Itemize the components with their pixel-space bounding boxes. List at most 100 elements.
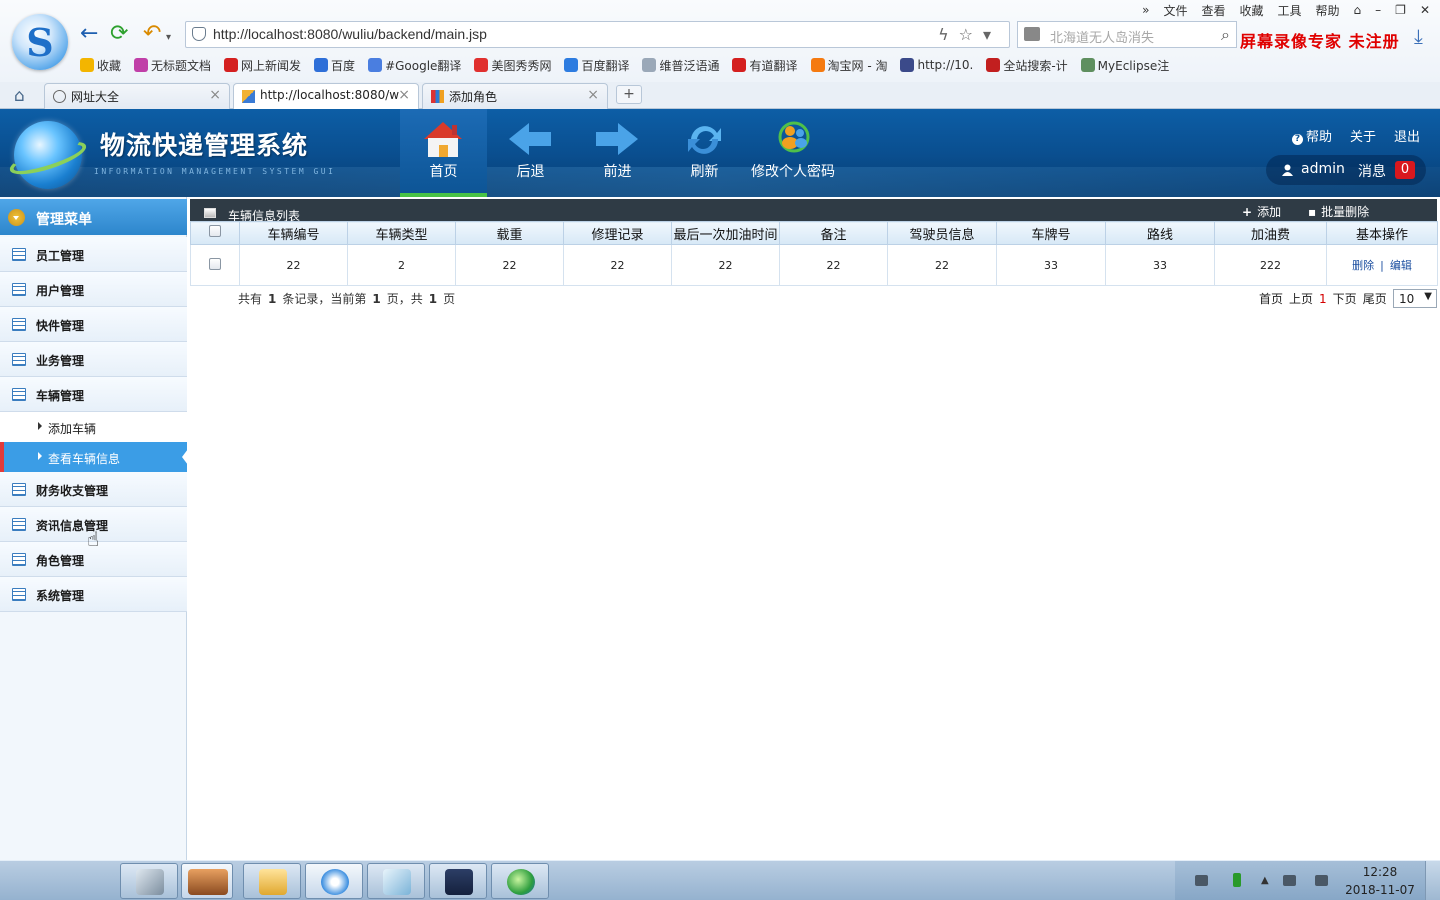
undo-dropdown-icon[interactable]: ▾: [166, 26, 171, 50]
tray-expand-icon[interactable]: ▲: [1261, 875, 1270, 886]
bookmark-item[interactable]: 全站搜索-计: [986, 57, 1068, 74]
bookmark-item[interactable]: 淘宝网 - 淘: [810, 57, 887, 74]
bookmark-item[interactable]: 美图秀秀网: [474, 57, 551, 74]
tab-close-icon[interactable]: ×: [587, 87, 599, 103]
column-header[interactable]: 车牌号: [996, 221, 1106, 245]
bookmark-item[interactable]: 百度: [314, 57, 355, 74]
column-header[interactable]: 载重: [455, 221, 564, 245]
next-page-link[interactable]: 下页: [1333, 290, 1357, 307]
back-arrow-icon[interactable]: ←: [80, 22, 98, 46]
sidebar-item-business[interactable]: 业务管理: [0, 342, 187, 377]
undo-icon[interactable]: ↶: [143, 22, 161, 46]
sidebar-subitem-add-vehicle[interactable]: 添加车辆: [0, 412, 187, 442]
keyboard-icon[interactable]: [1195, 875, 1208, 886]
search-icon[interactable]: ⌕: [1221, 25, 1230, 45]
bookmark-item[interactable]: 无标题文档: [134, 57, 211, 74]
sidebar-item-system[interactable]: 系统管理: [0, 577, 187, 612]
flash-icon[interactable]: ϟ: [938, 25, 959, 44]
bookmark-item[interactable]: #Google翻译: [368, 57, 461, 74]
sidebar-item-vehicles[interactable]: 车辆管理: [0, 377, 187, 412]
page-size-select[interactable]: 10 ▼: [1393, 289, 1437, 308]
taskbar-app-recorder[interactable]: [181, 863, 233, 899]
last-page-link[interactable]: 尾页: [1363, 290, 1387, 307]
select-all-checkbox[interactable]: [209, 225, 221, 237]
home-icon[interactable]: ⌂: [14, 86, 25, 106]
nav-forward[interactable]: 前进: [574, 109, 661, 197]
logout-link[interactable]: 退出: [1394, 126, 1420, 145]
add-button[interactable]: + 添加: [1242, 203, 1281, 220]
tab-add-role[interactable]: 添加角色 ×: [422, 83, 608, 109]
clock-time[interactable]: 12:28: [1347, 865, 1413, 879]
menu-view[interactable]: 查看: [1201, 2, 1225, 19]
taskbar-app-globe[interactable]: [491, 863, 549, 899]
taskbar-app-tools[interactable]: [120, 863, 178, 899]
address-bar[interactable]: http://localhost:8080/wuliu/backend/main…: [185, 21, 1010, 48]
first-page-link[interactable]: 首页: [1259, 290, 1283, 307]
delete-link[interactable]: 删除: [1352, 259, 1374, 272]
sidebar-item-employees[interactable]: 员工管理: [0, 237, 187, 272]
url-text[interactable]: http://localhost:8080/wuliu/backend/main…: [213, 26, 487, 42]
restore-icon[interactable]: ❐: [1395, 3, 1406, 17]
sidebar-item-finance[interactable]: 财务收支管理: [0, 472, 187, 507]
close-window-icon[interactable]: ✕: [1420, 3, 1430, 17]
sidebar-item-parcels[interactable]: 快件管理: [0, 307, 187, 342]
column-header[interactable]: 备注: [779, 221, 888, 245]
taskbar-app-browser[interactable]: [305, 863, 363, 899]
bookmark-item[interactable]: MyEclipse注: [1080, 57, 1169, 74]
edit-link[interactable]: 编辑: [1390, 259, 1412, 272]
messages-label[interactable]: 消息: [1358, 161, 1386, 181]
browser-logo-icon[interactable]: S: [12, 14, 68, 70]
prev-page-link[interactable]: 上页: [1289, 290, 1313, 307]
column-header[interactable]: 车辆编号: [239, 221, 348, 245]
sidebar-subitem-view-vehicles[interactable]: 查看车辆信息: [0, 442, 188, 472]
search-box[interactable]: 北海道无人岛消失 ⌕: [1017, 21, 1237, 48]
nav-home[interactable]: 首页: [400, 109, 487, 197]
tab-close-icon[interactable]: ×: [209, 87, 221, 103]
address-dropdown-icon[interactable]: ▾: [983, 25, 1001, 44]
menu-expand-icon[interactable]: »: [1142, 3, 1149, 17]
help-link[interactable]: ? 帮助: [1291, 126, 1332, 145]
display-icon[interactable]: [1315, 875, 1328, 886]
column-header[interactable]: 最后一次加油时间: [671, 221, 780, 245]
battery-icon[interactable]: [1233, 873, 1241, 887]
column-header[interactable]: 加油费: [1214, 221, 1327, 245]
username[interactable]: admin: [1301, 161, 1345, 177]
column-header[interactable]: 修理记录: [563, 221, 672, 245]
taskbar-app-notepad[interactable]: [367, 863, 425, 899]
batch-delete-button[interactable]: ▪ 批量删除: [1308, 203, 1369, 220]
column-header[interactable]: 车辆类型: [347, 221, 456, 245]
clock-date[interactable]: 2018-11-07: [1343, 883, 1417, 897]
search-engine-icon[interactable]: [1024, 27, 1040, 41]
bookmark-item[interactable]: http://10.: [900, 58, 973, 72]
bookmark-item[interactable]: 网上新闻发: [224, 57, 301, 74]
row-checkbox[interactable]: [209, 257, 221, 270]
taskbar-app-explorer[interactable]: [243, 863, 301, 899]
sidebar-header[interactable]: 管理菜单: [0, 199, 187, 235]
skin-icon[interactable]: ⌂: [1354, 3, 1362, 17]
network-icon[interactable]: [1283, 875, 1296, 886]
bookmark-item[interactable]: 维普泛语通: [642, 57, 719, 74]
menu-favorites[interactable]: 收藏: [1240, 2, 1264, 19]
minimize-icon[interactable]: –: [1375, 3, 1381, 17]
new-tab-button[interactable]: +: [616, 85, 642, 104]
tab-main[interactable]: http://localhost:8080/w ×: [233, 83, 419, 110]
nav-change-password[interactable]: 修改个人密码: [748, 109, 838, 197]
bookmark-item[interactable]: 收藏: [80, 57, 121, 74]
tab-urls[interactable]: 网址大全 ×: [44, 83, 230, 109]
page-number[interactable]: 1: [1319, 292, 1327, 306]
download-icon[interactable]: ⤓: [1414, 24, 1423, 48]
column-header[interactable]: 驾驶员信息: [887, 221, 997, 245]
taskbar-app-eclipse[interactable]: [429, 863, 487, 899]
sidebar-item-users[interactable]: 用户管理: [0, 272, 187, 307]
bookmark-star-icon[interactable]: ☆: [959, 25, 983, 44]
about-link[interactable]: 关于: [1350, 126, 1376, 145]
bookmark-item[interactable]: 有道翻译: [732, 57, 798, 74]
bookmark-item[interactable]: 百度翻译: [564, 57, 629, 74]
message-count-badge[interactable]: 0: [1395, 161, 1415, 179]
menu-tools[interactable]: 工具: [1278, 2, 1302, 19]
column-header[interactable]: 路线: [1105, 221, 1215, 245]
show-desktop-button[interactable]: [1425, 861, 1440, 900]
menu-file[interactable]: 文件: [1163, 2, 1187, 19]
nav-back[interactable]: 后退: [487, 109, 574, 197]
reload-icon[interactable]: ⟳: [110, 22, 128, 46]
